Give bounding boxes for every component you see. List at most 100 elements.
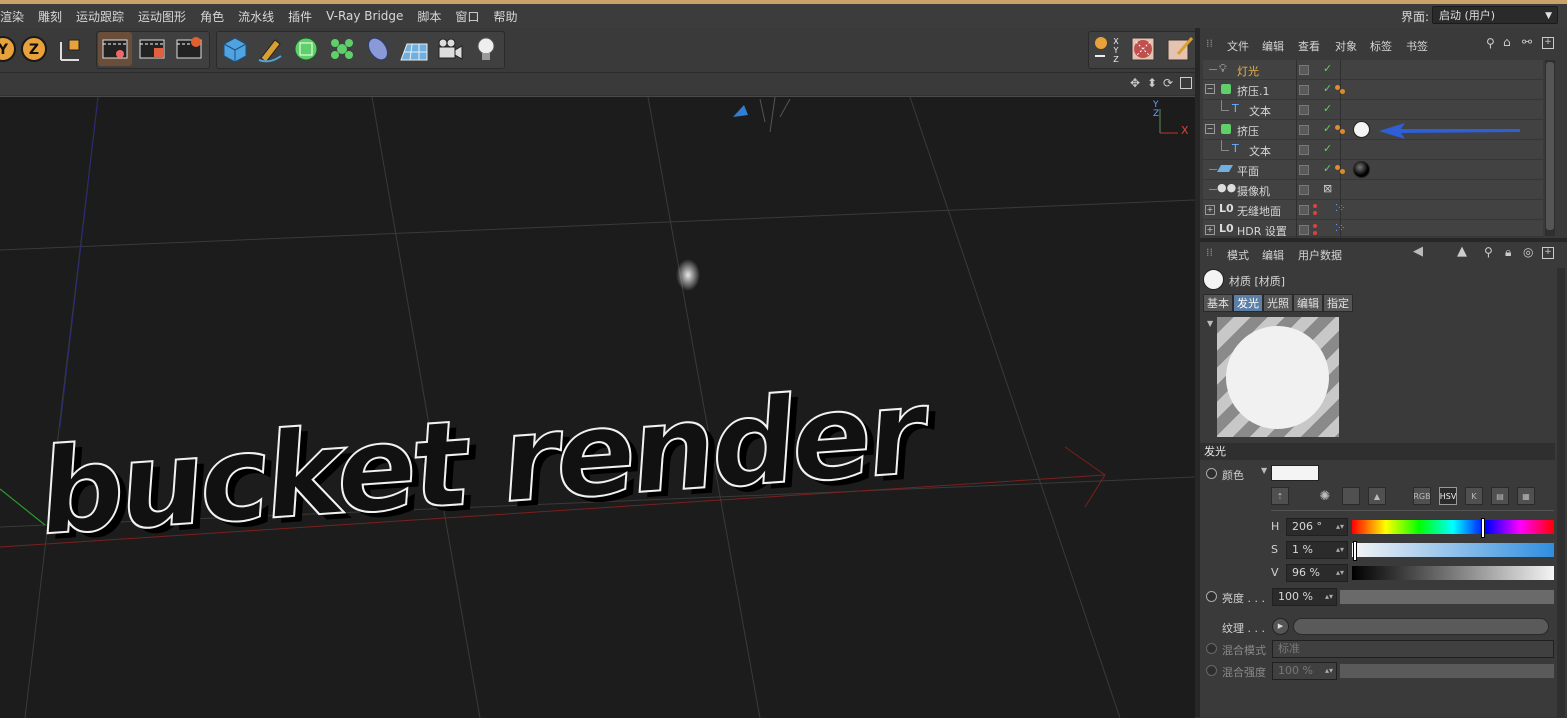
texture-menu-icon[interactable]: ▶ [1272, 618, 1289, 635]
menu-plugins[interactable]: 插件 [281, 8, 319, 25]
object-row-plane[interactable]: 平面 ✓ [1203, 160, 1543, 180]
target-icon[interactable]: ⊠ [1323, 182, 1332, 195]
material-tag-black[interactable] [1353, 161, 1370, 178]
checker-material-icon[interactable] [1126, 32, 1160, 66]
floor-icon[interactable] [397, 32, 431, 66]
layer-icon[interactable] [1299, 125, 1309, 135]
menu-character[interactable]: 角色 [193, 8, 231, 25]
enabled-check-icon[interactable]: ✓ [1323, 62, 1332, 75]
tab-luminance[interactable]: 发光 [1233, 294, 1263, 312]
target-icon[interactable]: ◎ [1523, 245, 1533, 259]
phong-tag-icon[interactable] [1335, 125, 1340, 130]
object-name[interactable]: 无缝地面 [1237, 203, 1281, 219]
menu-help[interactable]: 帮助 [486, 8, 524, 25]
collapse-icon[interactable]: − [1205, 84, 1215, 94]
camera-icon[interactable] [433, 32, 467, 66]
hue-field[interactable]: 206 ° ▴▾ [1286, 518, 1348, 536]
object-name[interactable]: 文本 [1249, 143, 1271, 159]
material-preview[interactable] [1217, 317, 1339, 437]
menu-motion-tracking[interactable]: 运动跟踪 [69, 8, 131, 25]
object-row-hdr-settings[interactable]: + L0 HDR 设置 ⁚⁘ [1203, 220, 1543, 240]
spinner-arrows-icon[interactable]: ▴▾ [1336, 565, 1344, 581]
enabled-check-icon[interactable]: ✓ [1323, 122, 1332, 135]
object-name[interactable]: HDR 设置 [1237, 223, 1287, 239]
expand-icon[interactable]: + [1205, 205, 1215, 215]
back-arrow-icon[interactable]: ◀ [1413, 244, 1423, 259]
image-picker-icon[interactable]: ▲ [1368, 487, 1386, 505]
object-name[interactable]: 平面 [1237, 163, 1259, 179]
render-picture-viewer-icon[interactable] [135, 32, 169, 66]
color-radio[interactable] [1206, 468, 1217, 479]
tab-basic[interactable]: 基本 [1203, 294, 1233, 312]
layer-icon[interactable] [1299, 145, 1309, 155]
visibility-dot-icon[interactable] [1313, 224, 1317, 228]
menu-mograph[interactable]: 运动图形 [131, 8, 193, 25]
color-toggle-icon[interactable]: ▼ [1261, 466, 1267, 475]
obj-menu-file[interactable]: 文件 [1227, 38, 1249, 54]
object-row-light[interactable]: 💡︎ 灯光 ✓ [1203, 60, 1543, 80]
render-settings-icon[interactable] [172, 32, 206, 66]
cloner-icon[interactable] [325, 32, 359, 66]
spinner-arrows-icon[interactable]: ▴▾ [1325, 589, 1333, 605]
tab-assign[interactable]: 指定 [1323, 294, 1353, 312]
swatch-grid-icon[interactable]: ▦ [1517, 487, 1535, 505]
light-bulb-icon[interactable] [469, 32, 503, 66]
object-row-text-1[interactable]: T 文本 ✓ [1203, 100, 1543, 120]
expand-icon[interactable]: + [1205, 225, 1215, 235]
menu-sculpt[interactable]: 雕刻 [31, 8, 69, 25]
subdivision-icon[interactable] [289, 32, 323, 66]
object-name[interactable]: 文本 [1249, 103, 1271, 119]
preview-toggle-icon[interactable]: ▼ [1207, 319, 1213, 328]
deformer-icon[interactable] [361, 32, 395, 66]
zoom-view-icon[interactable]: ⬍ [1147, 76, 1157, 90]
blend-mode-radio[interactable] [1206, 643, 1217, 654]
hue-slider-handle[interactable] [1481, 518, 1485, 538]
blend-strength-field[interactable]: 100 % ▴▾ [1272, 662, 1337, 680]
rotate-view-icon[interactable]: ⟳ [1163, 76, 1173, 90]
enabled-check-icon[interactable]: ✓ [1323, 142, 1332, 155]
object-name[interactable]: 灯光 [1237, 63, 1259, 79]
layer-icon[interactable] [1299, 165, 1309, 175]
brush-material-icon[interactable] [1162, 32, 1196, 66]
rgb-mode-button[interactable]: RGB [1413, 487, 1431, 505]
visibility-dot-icon[interactable] [1313, 204, 1317, 208]
spinner-arrows-icon[interactable]: ▴▾ [1325, 663, 1333, 679]
search-icon[interactable]: ⚲ [1484, 245, 1493, 259]
layout-select[interactable]: 启动 (用户) ▼ [1432, 6, 1558, 24]
layer-icon[interactable] [1299, 185, 1309, 195]
brightness-radio[interactable] [1206, 591, 1217, 602]
move-view-icon[interactable]: ✥ [1130, 76, 1140, 90]
enabled-check-icon[interactable]: ✓ [1323, 162, 1332, 175]
scrollbar-thumb[interactable] [1546, 62, 1554, 230]
brightness-slider[interactable] [1340, 590, 1554, 604]
layer-icon[interactable] [1299, 225, 1309, 235]
hsv-mode-button[interactable]: HSV [1439, 487, 1457, 505]
cube-icon[interactable] [218, 32, 252, 66]
spinner-arrows-icon[interactable]: ▴▾ [1336, 519, 1344, 535]
hue-slider[interactable] [1352, 520, 1554, 534]
value-slider[interactable] [1352, 566, 1554, 580]
collapse-icon[interactable]: − [1205, 124, 1215, 134]
enabled-check-icon[interactable]: ✓ [1323, 82, 1332, 95]
swatch-list-icon[interactable]: ▤ [1491, 487, 1509, 505]
layer-icon[interactable] [1299, 65, 1309, 75]
phong-tag-icon[interactable] [1335, 165, 1340, 170]
up-arrow-icon[interactable]: ▲ [1457, 244, 1467, 259]
color-wheel-icon[interactable]: ✺ [1316, 487, 1334, 505]
tab-editor[interactable]: 编辑 [1293, 294, 1323, 312]
3d-viewport[interactable]: Y Z X bucket render bucket render [0, 96, 1195, 718]
spinner-arrows-icon[interactable]: ▴▾ [1336, 542, 1344, 558]
menu-window[interactable]: 窗口 [448, 8, 486, 25]
blend-mode-select[interactable]: 标准 [1272, 640, 1554, 658]
object-row-camera[interactable]: ●● 摄像机 ⊠ [1203, 180, 1543, 200]
layer-icon[interactable] [1299, 105, 1309, 115]
menu-render[interactable]: 渲染 [0, 8, 31, 25]
attribute-scrollbar[interactable] [1557, 268, 1565, 717]
coordinate-system-icon[interactable] [53, 32, 87, 66]
enabled-check-icon[interactable]: ✓ [1323, 102, 1332, 115]
saturation-slider[interactable] [1352, 543, 1554, 557]
color-picker-icon[interactable]: ⇡ [1271, 487, 1289, 505]
obj-menu-object[interactable]: 对象 [1335, 38, 1357, 54]
menu-script[interactable]: 脚本 [410, 8, 448, 25]
blend-strength-slider[interactable] [1340, 664, 1554, 678]
